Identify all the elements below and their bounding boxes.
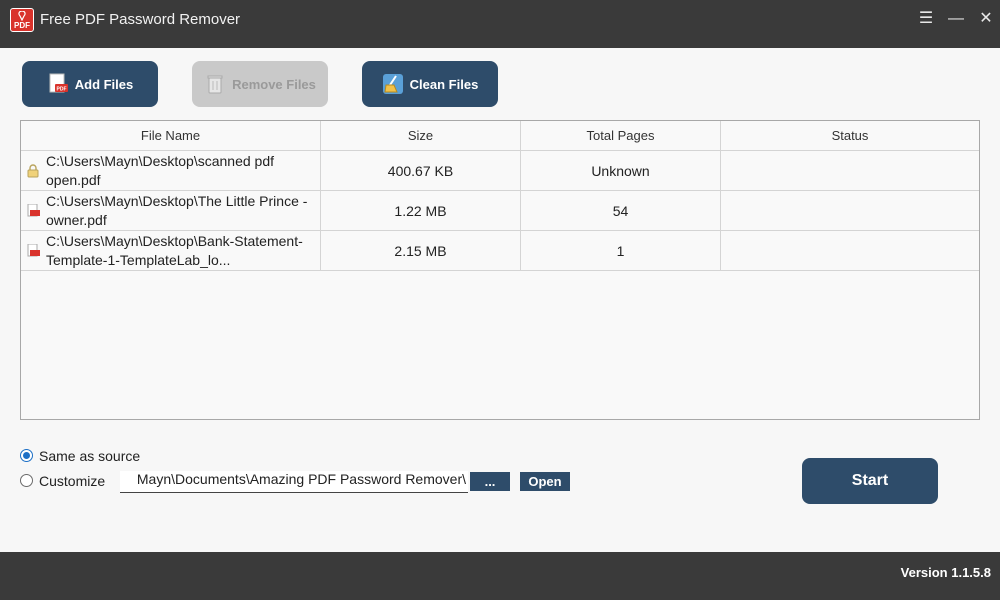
minimize-icon[interactable]: — [944, 8, 968, 32]
menu-icon[interactable]: ☰ [914, 8, 938, 32]
column-header-total-pages[interactable]: Total Pages [521, 121, 721, 151]
file-table: File Name Size Total Pages Status C:\Use… [20, 120, 980, 420]
table-row[interactable]: C:\Users\Mayn\Desktop\Bank-Statement-Tem… [21, 231, 979, 271]
browse-button[interactable]: ... [470, 472, 510, 491]
table-header: File Name Size Total Pages Status [21, 121, 979, 151]
status-bar: Version 1.1.5.8 [0, 552, 1000, 600]
total-pages-cell: 1 [521, 231, 721, 271]
customize-radio[interactable] [20, 474, 33, 487]
file-name-text: C:\Users\Mayn\Desktop\Bank-Statement-Tem… [46, 233, 303, 268]
remove-files-button[interactable]: Remove Files [192, 61, 328, 107]
app-logo-icon: PDF [10, 8, 34, 32]
file-name-text: C:\Users\Mayn\Desktop\The Little Prince … [46, 193, 308, 228]
svg-text:PDF: PDF [56, 87, 66, 93]
remove-files-label: Remove Files [232, 76, 316, 92]
size-cell: 2.15 MB [321, 231, 521, 271]
file-name-cell: C:\Users\Mayn\Desktop\Bank-Statement-Tem… [21, 231, 321, 271]
table-row[interactable]: C:\Users\Mayn\Desktop\scanned pdf open.p… [21, 151, 979, 191]
size-cell: 400.67 KB [321, 151, 521, 191]
same-as-source-label[interactable]: Same as source [39, 448, 140, 464]
customize-label[interactable]: Customize [39, 473, 105, 489]
app-logo-text: PDF [14, 21, 30, 30]
pdf-file-icon [27, 244, 40, 257]
output-path-field[interactable]: Mayn\Documents\Amazing PDF Password Remo… [120, 471, 468, 493]
clean-files-button[interactable]: Clean Files [362, 61, 498, 107]
total-pages-cell: 54 [521, 191, 721, 231]
total-pages-cell: Unknown [521, 151, 721, 191]
version-label: Version 1.1.5.8 [900, 565, 991, 580]
start-button[interactable]: Start [802, 458, 938, 504]
add-files-button[interactable]: PDF Add Files [22, 61, 158, 107]
status-cell [721, 191, 979, 231]
same-as-source-radio[interactable] [20, 449, 33, 462]
status-cell [721, 231, 979, 271]
add-files-label: Add Files [74, 76, 134, 92]
file-name-cell: C:\Users\Mayn\Desktop\scanned pdf open.p… [21, 151, 321, 191]
file-name-text: C:\Users\Mayn\Desktop\scanned pdf open.p… [46, 153, 274, 188]
column-header-status[interactable]: Status [721, 121, 979, 151]
add-pdf-icon: PDF [47, 73, 69, 95]
trash-icon [204, 73, 226, 95]
open-folder-button[interactable]: Open [520, 472, 570, 491]
file-name-cell: C:\Users\Mayn\Desktop\The Little Prince … [21, 191, 321, 231]
lock-icon [27, 164, 39, 178]
close-icon[interactable]: ✕ [974, 8, 998, 32]
window-title: Free PDF Password Remover [40, 11, 241, 28]
status-cell [721, 151, 979, 191]
column-header-size[interactable]: Size [321, 121, 521, 151]
column-header-file-name[interactable]: File Name [21, 121, 321, 151]
clean-files-label: Clean Files [409, 76, 479, 92]
pdf-file-icon [27, 204, 40, 217]
title-bar: PDF Free PDF Password Remover ☰ — ✕ [0, 0, 1000, 48]
table-row[interactable]: C:\Users\Mayn\Desktop\The Little Prince … [21, 191, 979, 231]
size-cell: 1.22 MB [321, 191, 521, 231]
broom-icon [382, 73, 404, 95]
